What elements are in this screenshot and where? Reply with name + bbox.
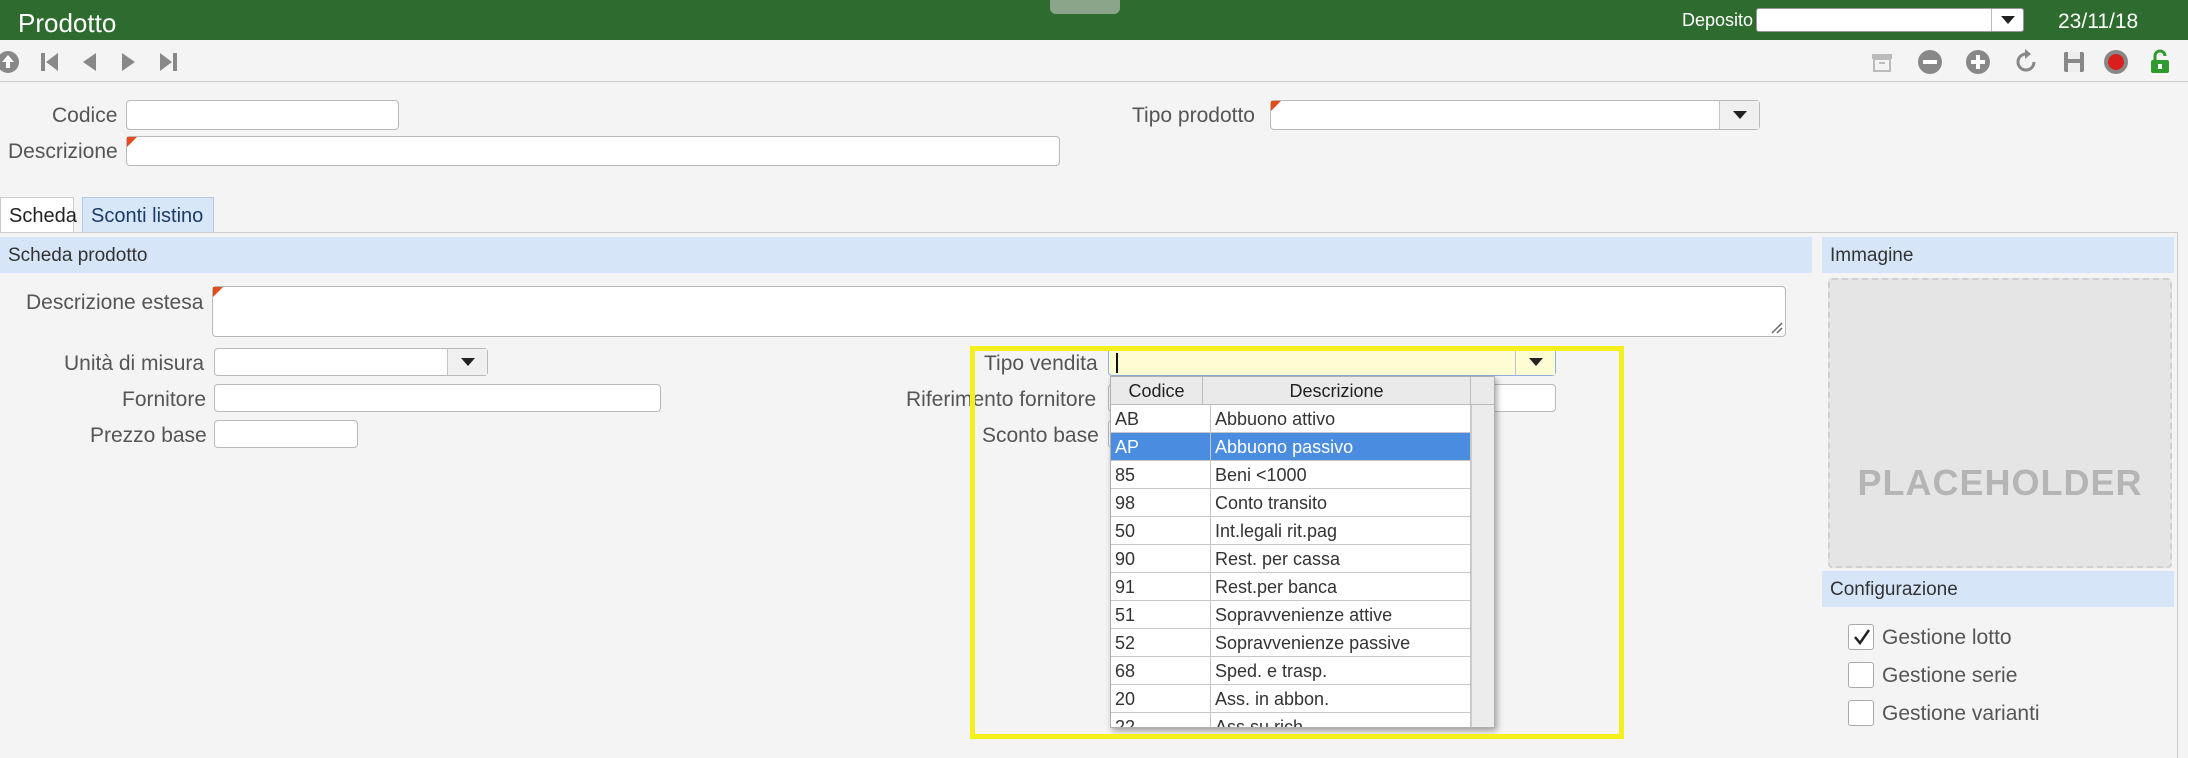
add-icon[interactable]	[1964, 48, 1992, 76]
deposito-label: Deposito	[1682, 10, 1754, 30]
required-marker	[127, 137, 137, 147]
fornitore-label: Fornitore	[122, 388, 207, 411]
drag-handle[interactable]	[1050, 0, 1120, 14]
refresh-icon[interactable]	[2012, 48, 2040, 76]
codice-label: Codice	[52, 104, 118, 127]
window-title: Prodotto	[18, 8, 117, 38]
last-record-icon[interactable]	[154, 48, 182, 76]
descrizione-estesa-label: Descrizione estesa	[26, 291, 204, 314]
checkmark-icon	[1854, 629, 1871, 646]
descrizione-estesa-textarea[interactable]	[212, 286, 1786, 337]
codice-field[interactable]	[126, 100, 399, 130]
highlight-box	[970, 346, 1624, 739]
section-configurazione: Configurazione	[1822, 571, 2174, 607]
section-immagine: Immagine	[1822, 237, 2174, 273]
fornitore-field[interactable]	[214, 384, 661, 412]
deposito-select[interactable]	[1756, 8, 2024, 32]
descrizione-label: Descrizione	[8, 140, 118, 163]
tipo-prodotto-select[interactable]	[1270, 100, 1760, 130]
tab-scheda[interactable]: Scheda	[0, 197, 77, 233]
up-icon[interactable]	[0, 48, 22, 76]
save-icon[interactable]	[2060, 48, 2088, 76]
remove-icon[interactable]	[1916, 48, 1944, 76]
descrizione-field[interactable]	[126, 136, 1060, 166]
current-date: 23/11/18	[2058, 10, 2139, 33]
prev-record-icon[interactable]	[76, 48, 104, 76]
checkbox-gestione-varianti[interactable]	[1848, 700, 1874, 726]
section-scheda-prodotto: Scheda prodotto	[0, 237, 1812, 273]
archive-icon[interactable]	[1868, 48, 1896, 76]
chevron-down-icon[interactable]	[1719, 101, 1759, 129]
image-placeholder[interactable]: PLACEHOLDER	[1828, 278, 2172, 568]
checkbox-gestione-lotto[interactable]	[1848, 624, 1874, 650]
checkbox-gestione-serie[interactable]	[1848, 662, 1874, 688]
required-marker	[1271, 101, 1281, 111]
resize-handle-icon[interactable]	[1769, 320, 1783, 334]
chevron-down-icon[interactable]	[1991, 9, 2023, 31]
first-record-icon[interactable]	[36, 48, 64, 76]
title-bar: Prodotto Deposito 23/11/18	[0, 0, 2188, 40]
chevron-down-icon[interactable]	[447, 349, 487, 375]
prezzo-base-label: Prezzo base	[90, 424, 207, 447]
unita-misura-label: Unità di misura	[64, 352, 205, 375]
unita-misura-select[interactable]	[214, 348, 488, 376]
unlock-icon[interactable]	[2146, 48, 2174, 76]
gestione-lotto-label: Gestione lotto	[1882, 626, 2012, 649]
tab-sconti-listino[interactable]: Sconti listino	[82, 197, 214, 233]
toolbar	[0, 40, 2188, 82]
next-record-icon[interactable]	[114, 48, 142, 76]
required-marker	[213, 287, 223, 297]
gestione-varianti-label: Gestione varianti	[1882, 702, 2040, 725]
gestione-serie-label: Gestione serie	[1882, 664, 2018, 687]
placeholder-text: PLACEHOLDER	[1857, 462, 2143, 503]
prezzo-base-field[interactable]	[214, 420, 358, 448]
tipo-prodotto-label: Tipo prodotto	[1132, 104, 1255, 127]
record-icon[interactable]	[2102, 48, 2130, 76]
